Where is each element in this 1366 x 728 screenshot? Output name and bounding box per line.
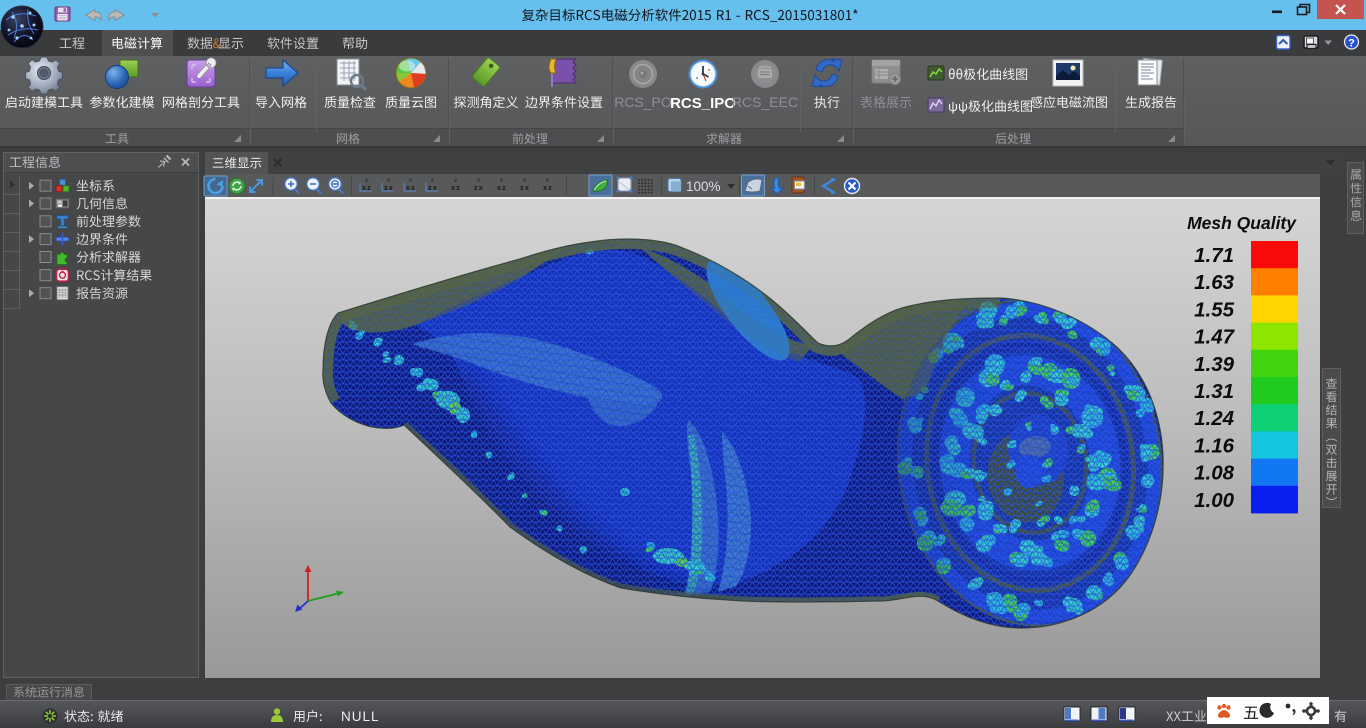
svg-text:1.00: 1.00 — [1194, 489, 1234, 512]
svg-text:v: v — [477, 178, 480, 184]
svg-text:NULL: NULL — [341, 709, 380, 724]
svg-text:1.39: 1.39 — [1194, 353, 1234, 376]
svg-text:RCS_PO: RCS_PO — [614, 94, 672, 110]
svg-text:Mesh Quality: Mesh Quality — [1187, 213, 1297, 233]
svg-text:1.71: 1.71 — [1194, 244, 1234, 267]
svg-text:1.55: 1.55 — [1194, 298, 1234, 321]
svg-text:v: v — [546, 178, 549, 184]
svg-text:1.63: 1.63 — [1194, 271, 1234, 294]
svg-text:v: v — [454, 178, 457, 184]
svg-text:v: v — [523, 178, 526, 184]
svg-text:1.24: 1.24 — [1194, 407, 1234, 430]
svg-text:zx: zx — [520, 183, 530, 192]
svg-text:1.31: 1.31 — [1194, 380, 1234, 403]
svg-text:zx: zx — [474, 183, 484, 192]
svg-text:xz: xz — [543, 183, 553, 192]
svg-text:x: x — [431, 178, 434, 184]
svg-text:1.47: 1.47 — [1194, 326, 1235, 349]
svg-text:v: v — [387, 178, 390, 184]
svg-text:x: x — [365, 178, 368, 184]
svg-text:xz: xz — [497, 183, 507, 192]
svg-text:100%: 100% — [686, 179, 721, 194]
svg-text:1.16: 1.16 — [1194, 434, 1234, 457]
svg-text:x: x — [500, 178, 503, 184]
svg-text:?: ? — [1348, 37, 1355, 49]
svg-text:xz: xz — [451, 183, 461, 192]
svg-text:RCS_EEC: RCS_EEC — [732, 94, 798, 110]
svg-text:1.08: 1.08 — [1194, 462, 1234, 485]
svg-text:RCS_IPO: RCS_IPO — [670, 95, 736, 112]
svg-text:v: v — [409, 178, 412, 184]
